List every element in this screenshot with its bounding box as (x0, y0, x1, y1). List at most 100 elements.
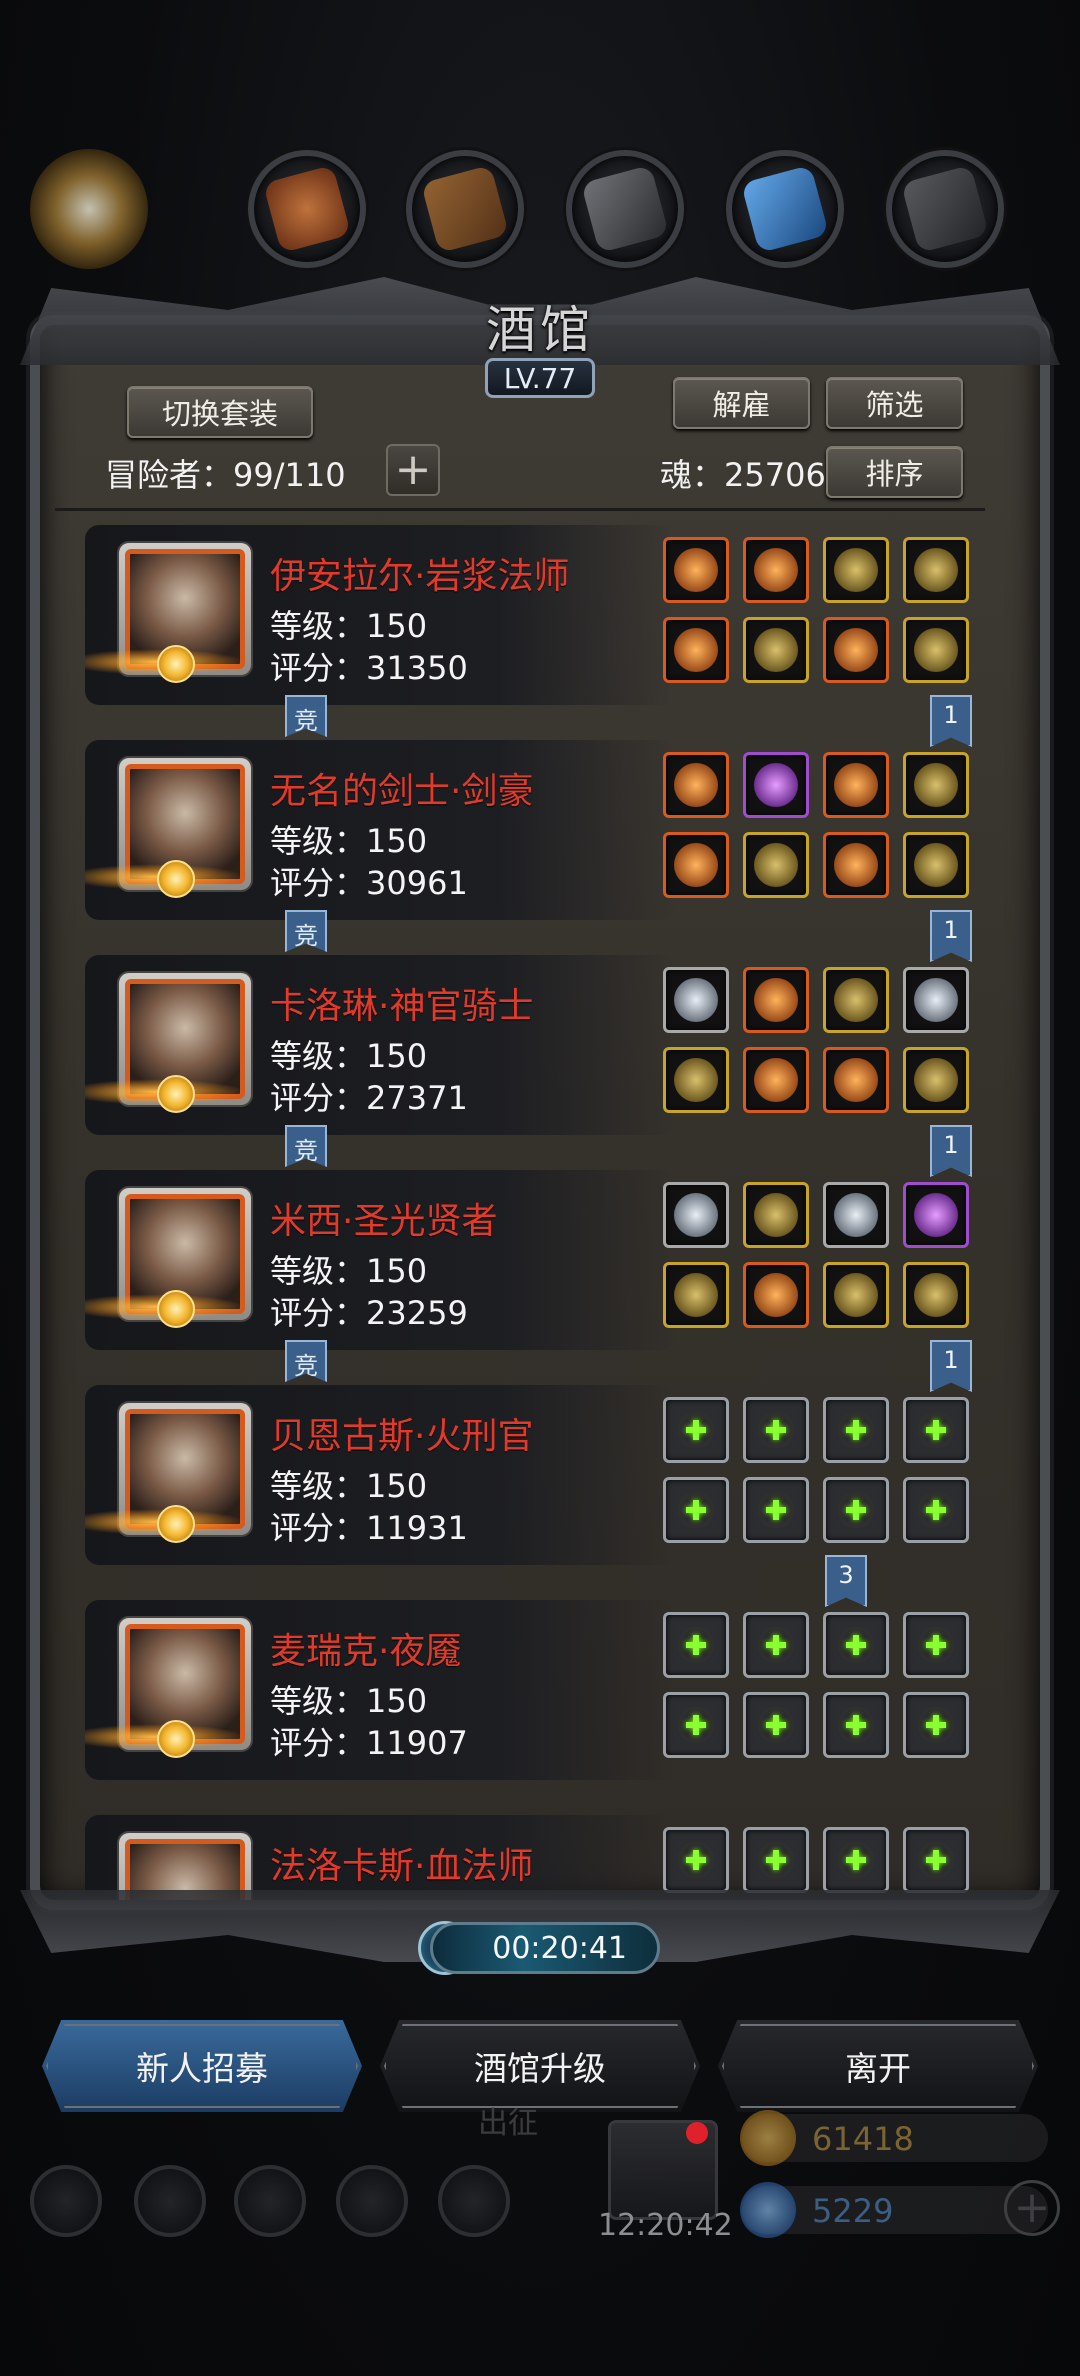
wood-tab-icon[interactable] (406, 150, 524, 268)
gear-slot[interactable] (743, 967, 809, 1033)
upgrade-tavern-button[interactable]: 酒馆升级 (380, 2020, 700, 2112)
plus-icon (918, 1707, 954, 1743)
mail-icon[interactable] (336, 2165, 408, 2237)
gear-slot[interactable] (743, 537, 809, 603)
empty-gear-slot[interactable] (743, 1477, 809, 1543)
gear-slot[interactable] (743, 1047, 809, 1113)
sort-button[interactable]: 排序 (826, 446, 963, 498)
empty-gear-slot[interactable] (903, 1827, 969, 1893)
equipment-icon (834, 978, 878, 1022)
gear-slot[interactable] (823, 752, 889, 818)
settings-gear-icon[interactable] (30, 2165, 102, 2237)
plus-icon (918, 1842, 954, 1878)
hero-card[interactable]: 麦瑞克·夜魇 等级：150 评分：11907 (85, 1600, 985, 1785)
iron-tab-icon[interactable] (566, 150, 684, 268)
empty-gear-slot[interactable] (823, 1692, 889, 1758)
recruit-button[interactable]: 新人招募 (42, 2020, 362, 2112)
hero-card[interactable]: 法洛卡斯·血法师 (85, 1815, 985, 1900)
empty-gear-slot[interactable] (823, 1477, 889, 1543)
gear-slot[interactable] (823, 1262, 889, 1328)
arena-tag: 竞 (285, 1125, 327, 1167)
empty-gear-slot[interactable] (823, 1397, 889, 1463)
leave-button[interactable]: 离开 (718, 2020, 1038, 2112)
top-tab-bar (0, 149, 1080, 290)
guild-emblem-icon[interactable] (30, 149, 148, 269)
equipment-icon (754, 1058, 798, 1102)
gear-slot[interactable] (743, 1182, 809, 1248)
empty-gear-slot[interactable] (823, 1827, 889, 1893)
filter-button[interactable]: 筛选 (826, 377, 963, 429)
gear-slot[interactable] (823, 617, 889, 683)
empty-gear-slot[interactable] (663, 1397, 729, 1463)
gear-slot[interactable] (903, 537, 969, 603)
divider (55, 508, 985, 511)
gear-slot[interactable] (743, 832, 809, 898)
gear-slot[interactable] (663, 537, 729, 603)
empty-gear-slot[interactable] (903, 1397, 969, 1463)
gear-slot[interactable] (663, 752, 729, 818)
gear-slot[interactable] (903, 617, 969, 683)
crystal-tab-icon[interactable] (726, 150, 844, 268)
shop-icon[interactable] (234, 2165, 306, 2237)
empty-gear-slot[interactable] (663, 1477, 729, 1543)
swords-icon[interactable] (438, 2165, 510, 2237)
gear-slot[interactable] (663, 967, 729, 1033)
gear-slot[interactable] (823, 1047, 889, 1113)
hero-card[interactable]: 卡洛琳·神官骑士 等级：150 评分：27371 (85, 955, 985, 1140)
arena-tag: 竞 (285, 695, 327, 737)
empty-gear-slot[interactable] (743, 1612, 809, 1678)
gear-slot[interactable] (663, 617, 729, 683)
expedition-label: 出征 (478, 2106, 538, 2141)
hero-card[interactable]: 伊安拉尔·岩浆法师 等级：150 评分：31350 (85, 525, 985, 710)
gear-slot[interactable] (903, 1182, 969, 1248)
stone-tab-icon[interactable] (886, 150, 1004, 268)
gear-slot[interactable] (663, 1047, 729, 1113)
equipment-icon (754, 843, 798, 887)
gear-slot[interactable] (903, 752, 969, 818)
empty-gear-slot[interactable] (743, 1692, 809, 1758)
equipment-icon (674, 978, 718, 1022)
hero-portrait[interactable] (119, 1833, 251, 1900)
empty-gear-slot[interactable] (663, 1692, 729, 1758)
equipment-icon (914, 763, 958, 807)
empty-gear-slot[interactable] (903, 1692, 969, 1758)
hammer-tab-icon[interactable] (248, 150, 366, 268)
gear-slot[interactable] (663, 1182, 729, 1248)
hero-card[interactable]: 无名的剑士·剑豪 等级：150 评分：30961 (85, 740, 985, 925)
gear-slot[interactable] (743, 1262, 809, 1328)
dismiss-button[interactable]: 解雇 (673, 377, 810, 429)
gear-slot[interactable] (903, 1047, 969, 1113)
arena-tag: 竞 (285, 910, 327, 952)
empty-gear-slot[interactable] (743, 1397, 809, 1463)
empty-gear-slot[interactable] (903, 1612, 969, 1678)
plus-icon (758, 1412, 794, 1448)
gear-slot[interactable] (903, 832, 969, 898)
gear-slot[interactable] (903, 967, 969, 1033)
hero-card[interactable]: 米西·圣光贤者 等级：150 评分：23259 (85, 1170, 985, 1355)
gear-slot[interactable] (823, 967, 889, 1033)
empty-gear-slot[interactable] (743, 1827, 809, 1893)
add-gems-button[interactable]: + (1004, 2180, 1060, 2236)
gear-slot[interactable] (743, 752, 809, 818)
medal-icon[interactable] (134, 2165, 206, 2237)
gear-slot[interactable] (823, 832, 889, 898)
equipment-icon (914, 1273, 958, 1317)
empty-gear-slot[interactable] (903, 1477, 969, 1543)
hero-card[interactable]: 贝恩古斯·火刑官 等级：150 评分：11931 (85, 1385, 985, 1570)
hero-score: 评分：30961 (270, 864, 468, 902)
empty-gear-slot[interactable] (663, 1827, 729, 1893)
plus-icon (918, 1492, 954, 1528)
gear-slot[interactable] (903, 1262, 969, 1328)
gear-slot[interactable] (663, 1262, 729, 1328)
hero-level: 等级：150 (270, 822, 428, 860)
gear-slot[interactable] (663, 832, 729, 898)
add-capacity-button[interactable]: + (386, 444, 440, 496)
gear-slot[interactable] (823, 1182, 889, 1248)
empty-gear-slot[interactable] (663, 1612, 729, 1678)
empty-gear-slot[interactable] (823, 1612, 889, 1678)
hero-list[interactable]: 伊安拉尔·岩浆法师 等级：150 评分：31350 竞1 无名的剑士·剑豪 等级… (85, 525, 985, 1900)
switch-set-button[interactable]: 切换套装 (127, 386, 313, 438)
plus-icon (838, 1492, 874, 1528)
gear-slot[interactable] (743, 617, 809, 683)
gear-slot[interactable] (823, 537, 889, 603)
